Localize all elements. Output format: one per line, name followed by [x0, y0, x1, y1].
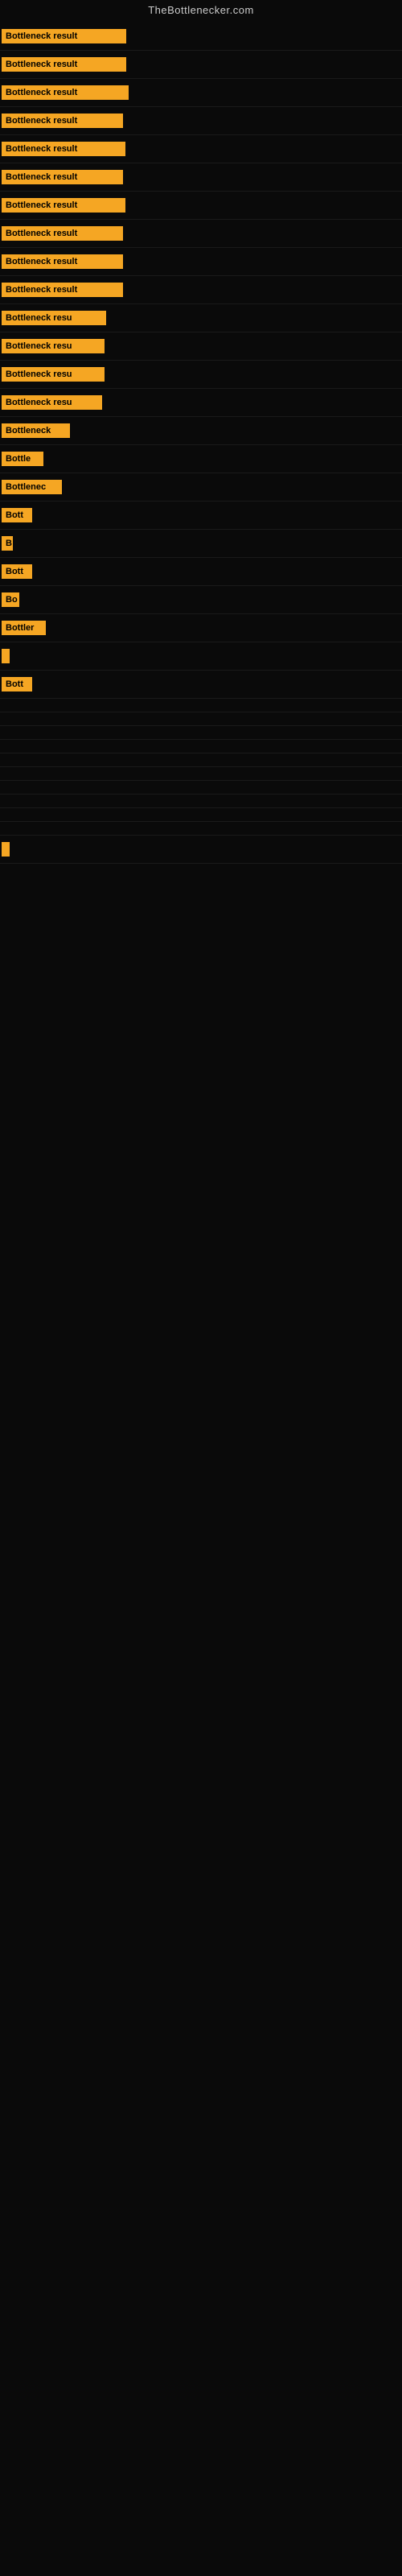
bottleneck-result-bar[interactable]: Bottleneck result — [2, 57, 126, 72]
bottleneck-result-bar[interactable]: Bottleneck result — [2, 283, 123, 297]
bottleneck-result-bar[interactable] — [2, 649, 10, 663]
bottleneck-result-bar[interactable]: Bott — [2, 564, 32, 579]
bottleneck-result-bar[interactable]: B — [2, 536, 13, 551]
table-row — [0, 836, 402, 864]
table-row — [0, 726, 402, 740]
table-row: B — [0, 530, 402, 558]
table-row — [0, 753, 402, 767]
bottleneck-result-bar[interactable]: Bottleneck resu — [2, 395, 102, 410]
table-row: Bott — [0, 558, 402, 586]
table-row: Bottleneck result — [0, 23, 402, 51]
site-title-bar: TheBottlenecker.com — [0, 0, 402, 23]
table-row: Bottleneck result — [0, 220, 402, 248]
table-row: Bottleneck resu — [0, 332, 402, 361]
bottleneck-result-bar[interactable]: Bottler — [2, 621, 46, 635]
table-row: Bottleneck result — [0, 79, 402, 107]
table-row: Bottleneck — [0, 417, 402, 445]
table-row — [0, 712, 402, 726]
table-row: Bottleneck resu — [0, 389, 402, 417]
bottleneck-result-bar[interactable]: Bottle — [2, 452, 43, 466]
table-row: Bottleneck result — [0, 107, 402, 135]
table-row — [0, 808, 402, 822]
table-row — [0, 740, 402, 753]
bottleneck-result-bar[interactable]: Bottleneck resu — [2, 311, 106, 325]
table-row: Bottleneck resu — [0, 304, 402, 332]
bottleneck-result-bar[interactable]: Bottleneck resu — [2, 367, 105, 382]
table-row: Bottleneck result — [0, 192, 402, 220]
table-row: Bott — [0, 502, 402, 530]
site-title: TheBottlenecker.com — [0, 0, 402, 23]
table-row — [0, 781, 402, 795]
table-row: Bott — [0, 671, 402, 699]
bottleneck-result-bar[interactable]: Bott — [2, 508, 32, 522]
bottleneck-result-bar[interactable]: Bott — [2, 677, 32, 691]
bottleneck-result-bar[interactable]: Bottleneck result — [2, 85, 129, 100]
table-row — [0, 795, 402, 808]
bottleneck-result-bar[interactable]: Bottleneck result — [2, 226, 123, 241]
table-row — [0, 642, 402, 671]
bottleneck-result-bar[interactable]: Bottleneck result — [2, 198, 125, 213]
bottleneck-result-bar[interactable]: Bottleneck result — [2, 254, 123, 269]
bottleneck-result-bar[interactable] — [2, 842, 10, 857]
table-row: Bottleneck result — [0, 135, 402, 163]
table-row: Bo — [0, 586, 402, 614]
bottleneck-result-bar[interactable]: Bottleneck — [2, 423, 70, 438]
table-row: Bottleneck resu — [0, 361, 402, 389]
bottleneck-result-bar[interactable]: Bottleneck result — [2, 170, 123, 184]
table-row — [0, 699, 402, 712]
table-row: Bottler — [0, 614, 402, 642]
table-row — [0, 767, 402, 781]
bottleneck-result-bar[interactable]: Bottlenec — [2, 480, 62, 494]
table-row: Bottleneck result — [0, 248, 402, 276]
rows-container: Bottleneck result Bottleneck result Bottle… — [0, 23, 402, 864]
table-row: Bottleneck result — [0, 51, 402, 79]
bottleneck-result-bar[interactable]: Bottleneck result — [2, 29, 126, 43]
table-row: Bottleneck result — [0, 163, 402, 192]
table-row: Bottle — [0, 445, 402, 473]
bottleneck-result-bar[interactable]: Bottleneck result — [2, 142, 125, 156]
bottleneck-result-bar[interactable]: Bottleneck resu — [2, 339, 105, 353]
bottleneck-result-bar[interactable]: Bottleneck result — [2, 114, 123, 128]
table-row: Bottleneck result — [0, 276, 402, 304]
table-row: Bottlenec — [0, 473, 402, 502]
table-row — [0, 822, 402, 836]
bottleneck-result-bar[interactable]: Bo — [2, 592, 19, 607]
